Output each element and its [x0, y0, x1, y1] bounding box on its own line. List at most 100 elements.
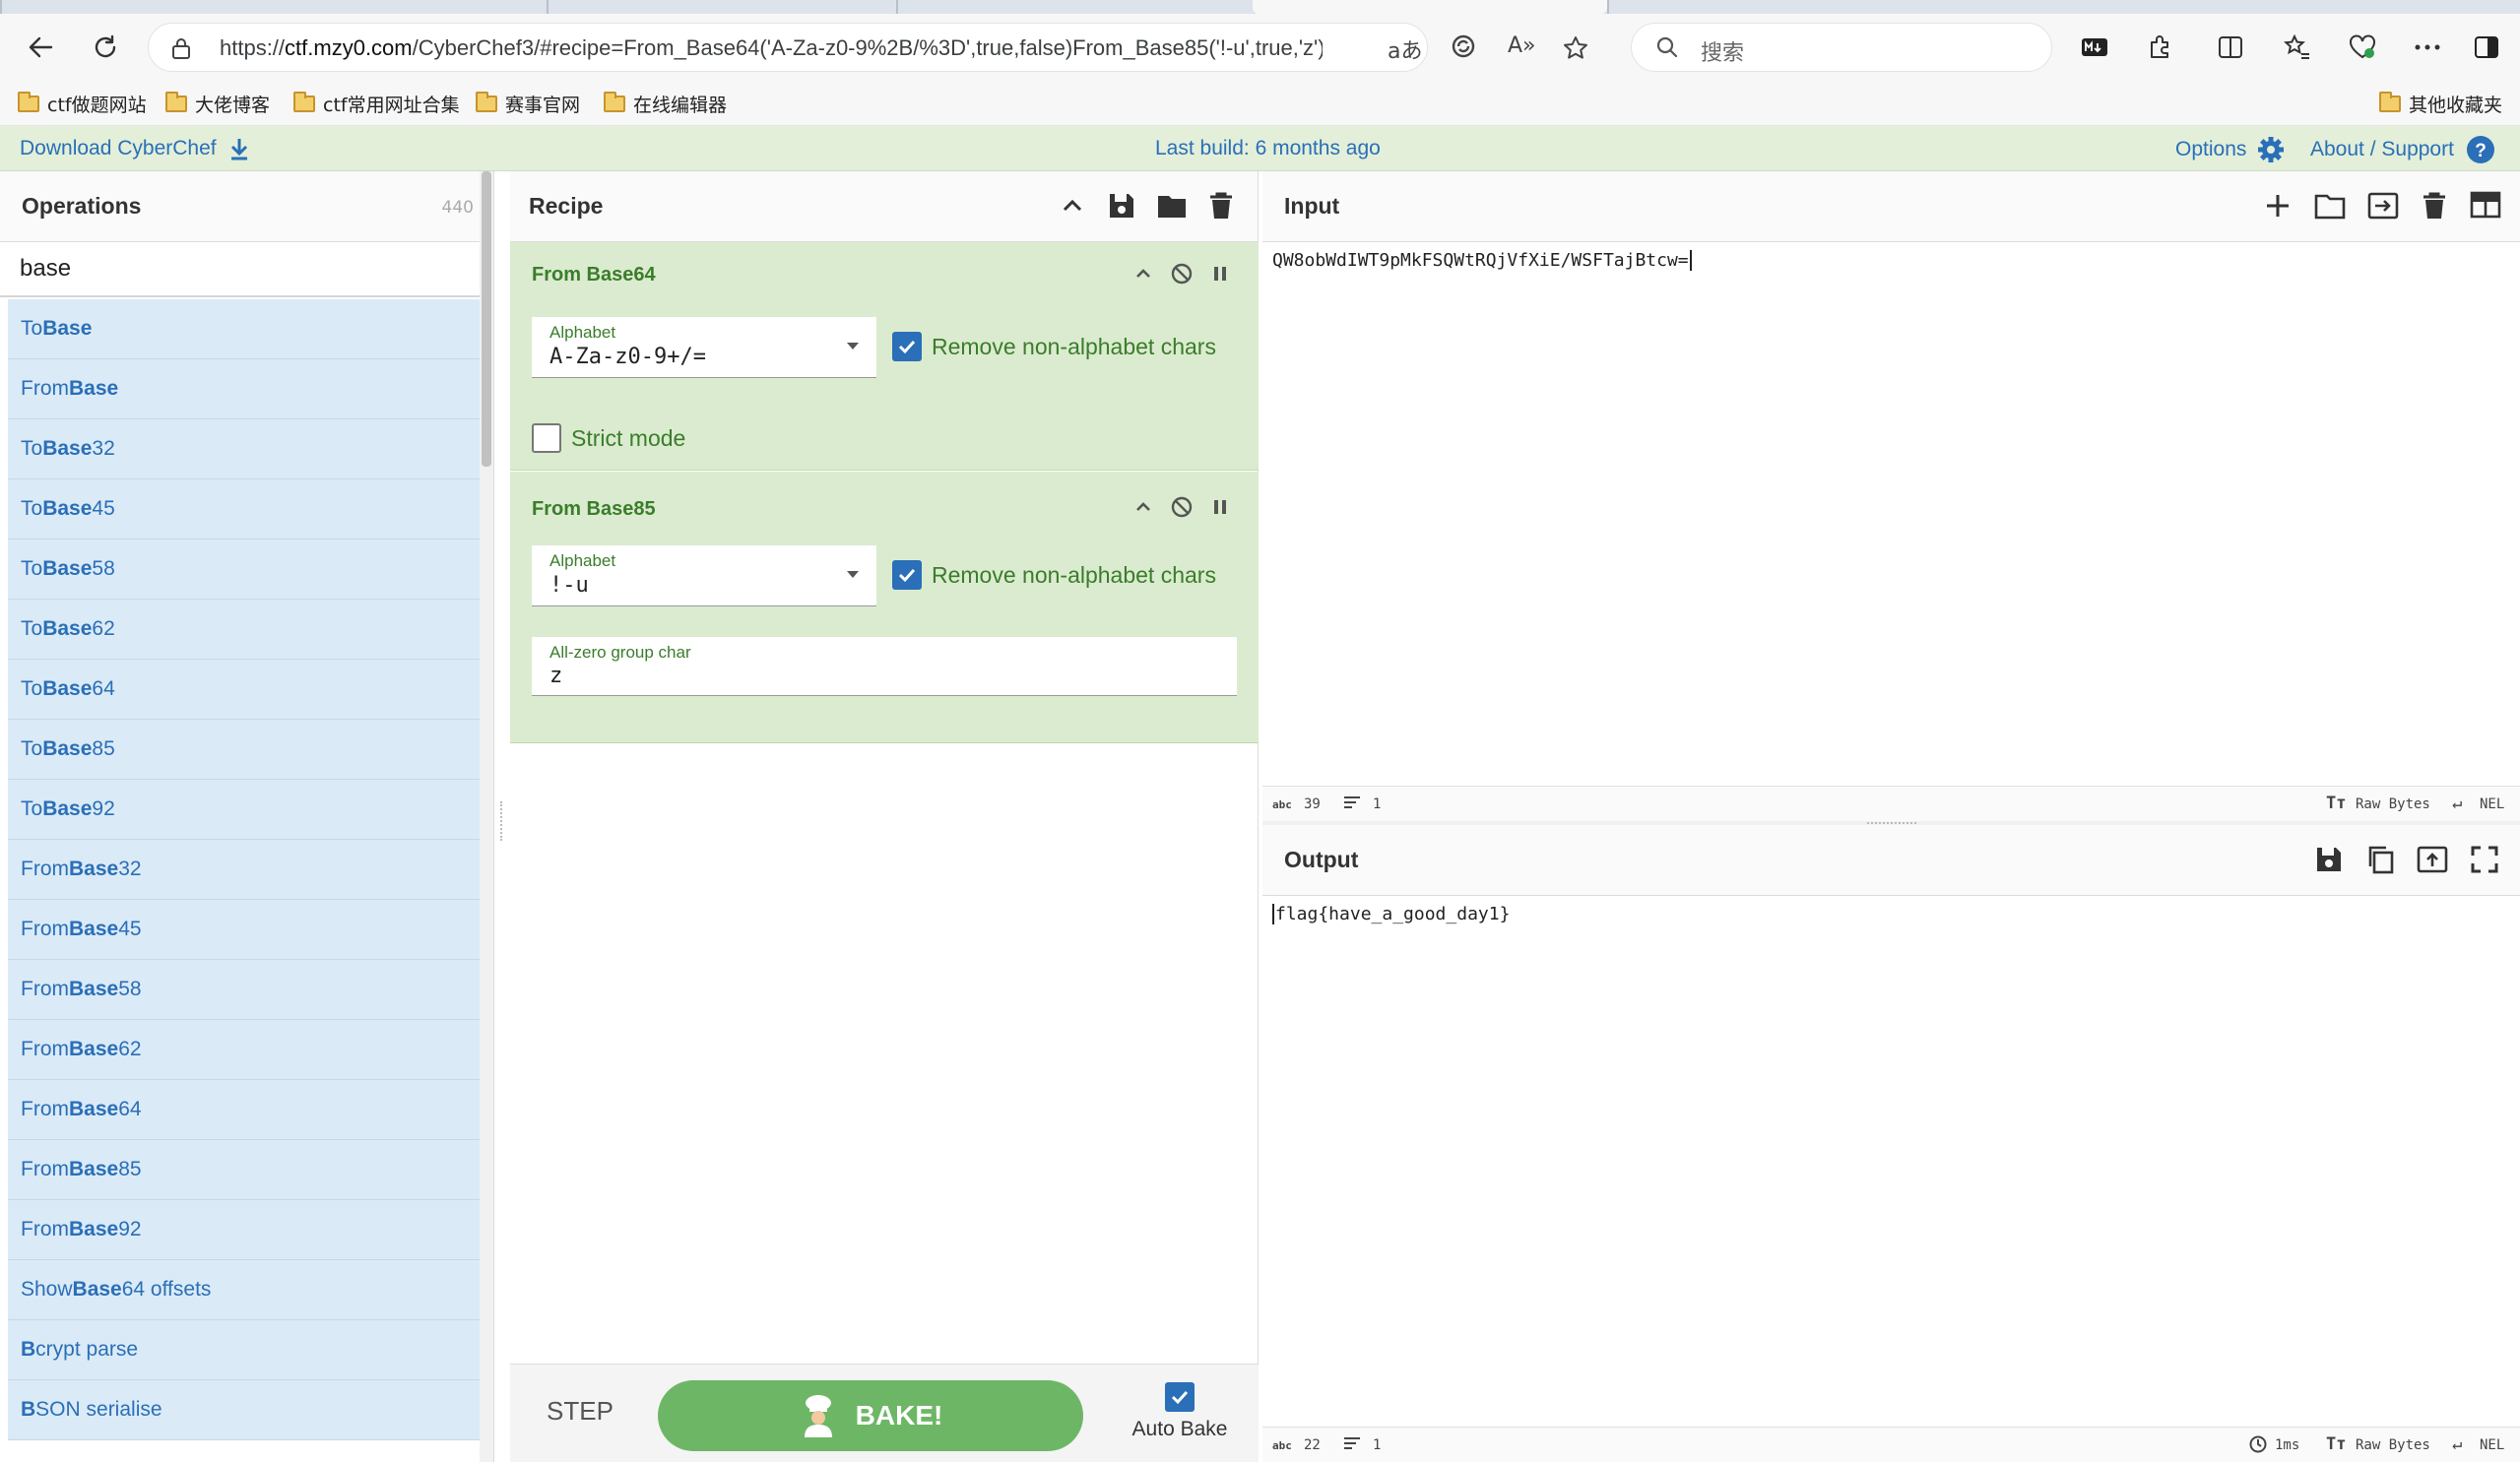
operation-item[interactable]: To Base 92 [8, 780, 488, 840]
recipe-ingredient-from-base85[interactable]: From Base85 Alphabet !-u Remove non-alph… [510, 472, 1259, 743]
markdown-extension-icon[interactable] [2070, 23, 2119, 72]
operation-item[interactable]: To Base 62 [8, 600, 488, 660]
operation-item[interactable]: Show Base 64 offsets [8, 1260, 488, 1320]
extensions-puzzle-icon[interactable] [2135, 23, 2184, 72]
replace-input-with-output-icon[interactable] [2417, 845, 2448, 874]
collapse-chevron-up-icon[interactable] [1058, 191, 1087, 221]
refresh-cycle-icon[interactable] [1451, 33, 1476, 59]
text-encoding-icon[interactable]: Tт [2326, 794, 2346, 813]
alphabet-select[interactable]: Alphabet A-Za-z0-9+/= [532, 317, 876, 378]
all-zero-group-char-input[interactable]: All-zero group char z [532, 637, 1237, 696]
chevron-up-icon[interactable] [1132, 496, 1154, 518]
scrollbar-thumb[interactable] [482, 171, 491, 467]
input-encoding[interactable]: Raw Bytes [2356, 796, 2430, 812]
browser-essentials-heart-icon[interactable] [2338, 23, 2387, 72]
url-text[interactable]: https://ctf.mzy0.com/CyberChef3/#recipe=… [220, 35, 1323, 61]
operation-item[interactable]: From Base 32 [8, 840, 488, 900]
layout-reset-icon[interactable] [2470, 191, 2501, 219]
save-output-icon[interactable] [2314, 845, 2344, 874]
maximise-output-icon[interactable] [2470, 845, 2499, 874]
copy-output-icon[interactable] [2365, 845, 2395, 874]
operation-item[interactable]: From Base 92 [8, 1200, 488, 1260]
step-button[interactable]: STEP [547, 1396, 614, 1427]
splitter-grip[interactable] [1867, 822, 1916, 824]
operation-item[interactable]: To Base 85 [8, 720, 488, 780]
output-encoding[interactable]: Raw Bytes [2356, 1437, 2430, 1453]
add-tab-plus-icon[interactable] [2263, 191, 2293, 221]
text-encoding-icon[interactable]: Tт [2326, 1434, 2346, 1454]
recipe-ingredient-from-base64[interactable]: From Base64 Alphabet A-Za-z0-9+/= Remove… [510, 242, 1259, 471]
operation-item[interactable]: B SON serialise [8, 1380, 488, 1440]
output-title: Output [1284, 847, 1359, 872]
operation-item[interactable]: To Base 45 [8, 479, 488, 540]
operation-item[interactable]: From Base 62 [8, 1020, 488, 1080]
output-eol[interactable]: NEL [2480, 1437, 2504, 1453]
other-bookmarks-folder[interactable]: 其他收藏夹 [2379, 89, 2502, 118]
strict-mode-checkbox[interactable]: Strict mode [532, 423, 685, 453]
input-textarea[interactable]: QW8obWdIWT9pMkFSQWtRQjVfXiE/WSFTajBtcw= [1272, 250, 1692, 271]
sidebar-toggle-icon[interactable] [2462, 23, 2511, 72]
operation-item[interactable]: To Base [8, 299, 488, 359]
checkbox-checked-icon[interactable] [892, 560, 922, 590]
open-file-icon[interactable] [2367, 191, 2399, 221]
reload-button[interactable] [81, 23, 130, 72]
browser-search-box[interactable]: 搜索 [1631, 23, 2052, 72]
translate-icon[interactable]: aあ [1388, 33, 1422, 65]
operation-item[interactable]: From Base 58 [8, 960, 488, 1020]
save-recipe-icon[interactable] [1107, 191, 1136, 221]
chevron-up-icon[interactable] [1132, 263, 1154, 285]
eol-return-icon[interactable]: ↵ [2452, 1434, 2462, 1454]
checkbox-checked-icon[interactable] [1165, 1382, 1195, 1412]
clear-input-trash-icon[interactable] [2421, 191, 2448, 221]
tab-fragment[interactable] [1607, 0, 1617, 14]
eol-return-icon[interactable]: ↵ [2452, 794, 2462, 813]
tab-fragment[interactable] [896, 0, 906, 14]
load-recipe-folder-icon[interactable] [1156, 191, 1188, 221]
more-menu-icon[interactable] [2403, 23, 2452, 72]
pause-breakpoint-icon[interactable] [1209, 263, 1231, 285]
bookmark-folder[interactable]: 大佬博客 [165, 89, 270, 118]
operation-item[interactable]: From Base 45 [8, 900, 488, 960]
alphabet-select[interactable]: Alphabet !-u [532, 545, 876, 606]
bookmark-folder[interactable]: ctf做题网站 [18, 89, 147, 118]
bookmark-folder[interactable]: 在线编辑器 [604, 89, 727, 118]
remove-non-alphabet-checkbox[interactable]: Remove non-alphabet chars [892, 332, 1216, 361]
open-folder-icon[interactable] [2314, 191, 2346, 221]
operation-item[interactable]: To Base 32 [8, 419, 488, 479]
operation-item[interactable]: From Base 85 [8, 1140, 488, 1200]
operation-item[interactable]: From Base [8, 359, 488, 419]
clear-recipe-trash-icon[interactable] [1207, 191, 1235, 221]
output-textarea[interactable]: flag{have_a_good_day1} [1272, 904, 1510, 924]
operation-item[interactable]: From Base 64 [8, 1080, 488, 1140]
bake-button[interactable]: BAKE! [658, 1380, 1083, 1451]
disable-circle-icon[interactable] [1170, 262, 1194, 286]
favorites-list-icon[interactable] [2273, 23, 2322, 72]
operation-item[interactable]: To Base 58 [8, 540, 488, 600]
checkbox-unchecked-icon[interactable] [532, 423, 561, 453]
disable-circle-icon[interactable] [1170, 495, 1194, 519]
operations-search-input[interactable] [0, 242, 492, 297]
options-button[interactable]: Options [2175, 135, 2286, 164]
remove-non-alphabet-checkbox[interactable]: Remove non-alphabet chars [892, 560, 1216, 590]
operation-item[interactable]: To Base 64 [8, 660, 488, 720]
download-link[interactable]: Download CyberChef [20, 137, 250, 160]
bookmark-folder[interactable]: 赛事官网 [476, 89, 580, 118]
lock-icon[interactable] [170, 36, 192, 60]
pause-breakpoint-icon[interactable] [1209, 496, 1231, 518]
operations-scrollbar[interactable] [480, 171, 493, 1462]
tab-fragment[interactable] [0, 0, 39, 14]
bookmark-folder[interactable]: ctf常用网址合集 [293, 89, 460, 118]
active-tab[interactable] [1253, 0, 1607, 14]
read-aloud-icon[interactable]: A» [1508, 33, 1536, 58]
about-support-link[interactable]: About / Support ? [2310, 135, 2495, 164]
back-button[interactable] [16, 23, 65, 72]
split-screen-icon[interactable] [2206, 23, 2255, 72]
input-eol[interactable]: NEL [2480, 796, 2504, 812]
auto-bake-toggle[interactable]: Auto Bake [1131, 1382, 1229, 1441]
checkbox-checked-icon[interactable] [892, 332, 922, 361]
panel-resize-handle[interactable] [500, 801, 504, 841]
operation-item[interactable]: Bcrypt parse [8, 1320, 488, 1380]
tab-fragment[interactable] [547, 0, 556, 14]
favorite-star-icon[interactable] [1563, 35, 1588, 61]
address-bar[interactable]: https://ctf.mzy0.com/CyberChef3/#recipe=… [148, 23, 1587, 72]
